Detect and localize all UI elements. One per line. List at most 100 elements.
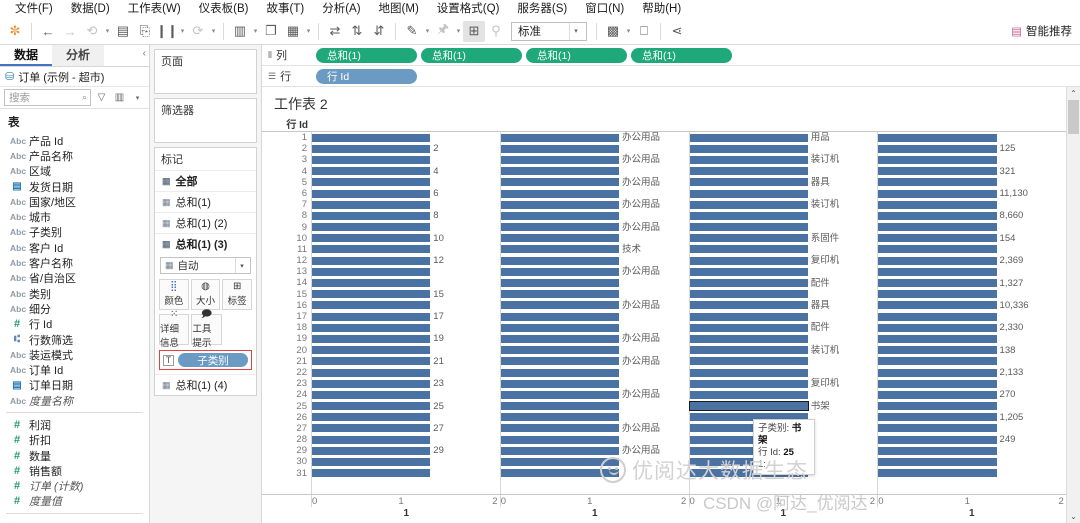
menu-item-story[interactable]: 故事(T)	[258, 0, 314, 18]
bar-mark[interactable]	[312, 424, 431, 433]
bar-mark[interactable]	[689, 189, 808, 198]
column-pill-4[interactable]: 总和(1)	[631, 47, 732, 63]
measure-field-4[interactable]: # 订单 (计数)	[0, 479, 149, 494]
menu-item-file[interactable]: 文件(F)	[6, 0, 62, 18]
show-cards-icon[interactable]: ▩	[602, 21, 624, 42]
bar-mark[interactable]	[312, 301, 431, 310]
menu-item-dashboard[interactable]: 仪表板(B)	[190, 0, 258, 18]
bar-mark[interactable]	[878, 323, 997, 332]
bar-mark[interactable]	[689, 267, 808, 276]
sort-descending-icon[interactable]: ⇵	[368, 21, 390, 42]
menu-item-map[interactable]: 地图(M)	[370, 0, 428, 18]
refresh-data-icon[interactable]: ⟳	[187, 21, 209, 42]
dimension-field-13[interactable]: ⑆ 行数筛选	[0, 332, 149, 347]
bar-mark[interactable]	[312, 279, 431, 288]
share-icon[interactable]: ⋖	[666, 21, 688, 42]
bar-mark[interactable]	[312, 346, 431, 355]
bar-mark[interactable]	[689, 211, 808, 220]
bar-mark[interactable]	[878, 390, 997, 399]
bar-mark[interactable]	[312, 390, 431, 399]
dimension-field-3[interactable]: ▤ 发货日期	[0, 179, 149, 194]
dimension-field-17[interactable]: Abc 度量名称	[0, 393, 149, 408]
bar-mark[interactable]	[312, 323, 431, 332]
bar-mark[interactable]	[312, 290, 431, 299]
bar-mark[interactable]	[689, 200, 808, 209]
bar-mark[interactable]	[878, 334, 997, 343]
bar-mark[interactable]	[878, 469, 997, 478]
bar-mark[interactable]	[312, 133, 431, 142]
show-mark-labels-icon[interactable]: ⊞	[463, 20, 485, 42]
new-datasource-icon[interactable]: ⎘	[134, 21, 156, 42]
bar-mark[interactable]	[689, 279, 808, 288]
marks-row-sum1[interactable]: ▦ 总和(1)	[155, 191, 256, 212]
measure-field-2[interactable]: # 数量	[0, 448, 149, 463]
bar-mark[interactable]	[878, 189, 997, 198]
filter-fields-icon[interactable]: ▽	[94, 89, 109, 106]
dimension-field-8[interactable]: Abc 客户名称	[0, 255, 149, 270]
bar-mark[interactable]	[312, 178, 431, 187]
menu-item-format[interactable]: 设置格式(Q)	[428, 0, 509, 18]
dimension-field-1[interactable]: Abc 产品名称	[0, 148, 149, 163]
bar-mark[interactable]	[689, 346, 808, 355]
fixed-axis-icon[interactable]: 🖈	[432, 21, 454, 42]
tableau-logo-icon[interactable]: ✼	[4, 21, 26, 42]
bar-mark[interactable]	[500, 346, 620, 355]
bar-mark[interactable]	[500, 267, 620, 276]
bar-mark[interactable]	[312, 435, 431, 444]
bar-mark[interactable]	[878, 368, 997, 377]
label-button[interactable]: ⊞ 标签	[222, 279, 253, 310]
bar-mark[interactable]	[500, 256, 620, 265]
label-pill-subcategory[interactable]: 子类别	[178, 353, 248, 367]
bar-mark[interactable]	[878, 379, 997, 388]
bar-mark[interactable]	[689, 390, 808, 399]
scroll-down-icon[interactable]: ⌄	[1067, 510, 1080, 523]
bar-mark[interactable]	[500, 234, 620, 243]
sort-ascending-icon[interactable]: ⇅	[346, 21, 368, 42]
bar-mark[interactable]	[500, 301, 620, 310]
dimension-field-10[interactable]: Abc 类别	[0, 286, 149, 301]
bar-mark[interactable]	[689, 256, 808, 265]
bar-mark[interactable]	[312, 357, 431, 366]
dimension-field-5[interactable]: Abc 城市	[0, 209, 149, 224]
bar-mark[interactable]	[878, 357, 997, 366]
bar-mark[interactable]	[500, 200, 620, 209]
bar-mark[interactable]	[689, 290, 808, 299]
undo-refresh-icon[interactable]: ⟲	[81, 21, 103, 42]
bar-mark[interactable]	[878, 211, 997, 220]
bar-mark[interactable]	[500, 312, 620, 321]
pin-icon[interactable]: ⚲	[485, 21, 507, 42]
bar-mark-selected[interactable]	[688, 401, 809, 412]
column-pill-3[interactable]: 总和(1)	[526, 47, 627, 63]
bar-mark[interactable]	[689, 323, 808, 332]
fit-mode-caret-icon[interactable]: ▾	[569, 22, 582, 40]
bar-mark[interactable]	[500, 279, 620, 288]
swap-rows-columns-icon[interactable]: ⇄	[324, 21, 346, 42]
dimension-field-0[interactable]: Abc 产品 Id	[0, 133, 149, 148]
highlighter-icon[interactable]: ✎	[401, 21, 423, 42]
bar-mark[interactable]	[500, 458, 620, 467]
bar-mark[interactable]	[878, 267, 997, 276]
dimension-field-14[interactable]: Abc 装运模式	[0, 347, 149, 362]
bar-mark[interactable]	[500, 435, 620, 444]
bar-mark[interactable]	[500, 424, 620, 433]
bar-mark[interactable]	[689, 133, 808, 142]
bar-mark[interactable]	[312, 334, 431, 343]
bar-mark[interactable]	[878, 133, 997, 142]
bar-mark[interactable]	[312, 189, 431, 198]
vertical-scrollbar[interactable]: ⌃ ⌄	[1066, 87, 1080, 523]
bar-mark[interactable]	[312, 167, 431, 176]
new-worksheet-icon[interactable]: ▥	[229, 21, 251, 42]
marks-row-sum4[interactable]: ▦ 总和(1) (4)	[155, 374, 256, 395]
bar-mark[interactable]	[312, 155, 431, 164]
bar-mark[interactable]	[312, 458, 431, 467]
dimension-field-2[interactable]: Abc 区域	[0, 164, 149, 179]
bar-mark[interactable]	[878, 144, 997, 153]
menu-item-analysis[interactable]: 分析(A)	[313, 0, 369, 18]
scroll-up-icon[interactable]: ⌃	[1067, 87, 1080, 100]
fixed-axis-caret-icon[interactable]: ▾	[454, 21, 463, 42]
bar-mark[interactable]	[500, 390, 620, 399]
bar-mark[interactable]	[500, 357, 620, 366]
new-sheet-caret-icon[interactable]: ▾	[251, 21, 260, 42]
bar-mark[interactable]	[878, 167, 997, 176]
bar-mark[interactable]	[689, 245, 808, 254]
